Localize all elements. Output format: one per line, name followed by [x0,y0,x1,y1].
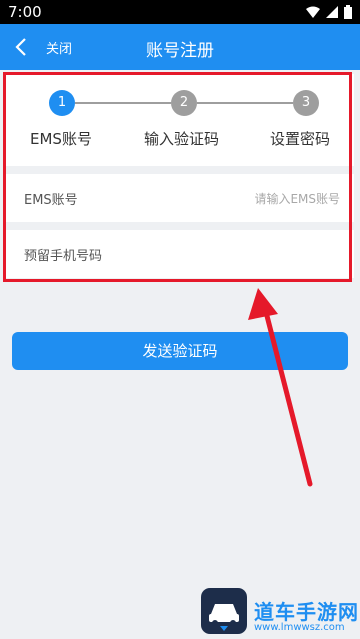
ems-account-input[interactable] [138,186,342,212]
status-time: 7:00 [8,3,42,21]
page-title: 账号注册 [146,41,214,61]
app-bar: 关闭 账号注册 [0,24,360,70]
ems-account-row: EMS账号 [6,174,354,222]
phone-label: 预留手机号码 [24,249,103,264]
step-connector [75,102,171,104]
car-icon [209,604,239,631]
phone-input[interactable] [138,242,342,268]
status-bar: 7:00 [0,0,360,24]
wifi-icon [306,6,320,18]
battery-icon [344,5,352,19]
watermark-url: www.lmwwsz.com [254,622,345,633]
step-indicator: 1 2 3 EMS账号 输入验证码 设置密码 [6,74,354,166]
step-2-label: 输入验证码 [144,130,220,148]
send-code-button[interactable]: 发送验证码 [12,332,348,370]
watermark-name: 道车手游网 [254,600,359,624]
step-3-label: 设置密码 [270,130,331,148]
ems-account-label: EMS账号 [24,193,78,208]
step-connector [197,102,293,104]
phone-row: 预留手机号码 [6,230,354,278]
step-1-label: EMS账号 [30,130,92,148]
step-3-circle: 3 [293,90,319,116]
watermark-logo [201,588,247,634]
status-icons [306,5,352,19]
step-1-circle: 1 [49,90,75,116]
signal-icon [326,6,338,18]
step-2-circle: 2 [171,90,197,116]
